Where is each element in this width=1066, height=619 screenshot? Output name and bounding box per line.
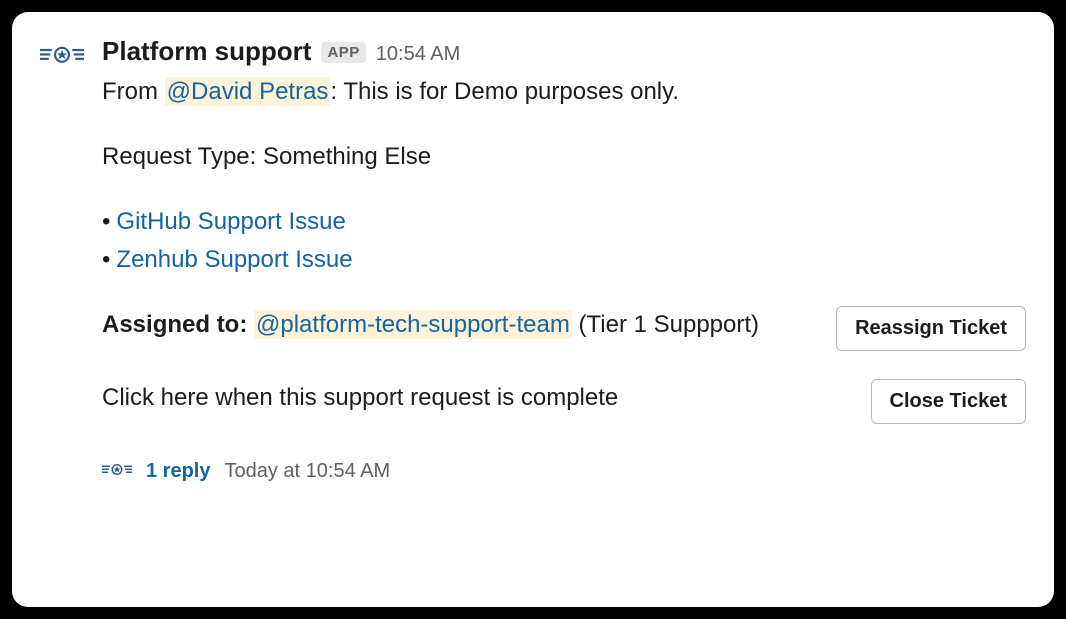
app-avatar xyxy=(40,42,84,72)
assigned-text: Assigned to: @platform-tech-support-team… xyxy=(102,306,812,343)
author-name: Platform support xyxy=(102,36,311,67)
thread-avatar xyxy=(102,461,132,481)
complete-prompt: Click here when this support request is … xyxy=(102,379,847,416)
from-suffix: : This is for Demo purposes only. xyxy=(330,78,679,105)
assigned-label: Assigned to: xyxy=(102,311,254,338)
from-mention[interactable]: @David Petras xyxy=(165,77,331,106)
list-item: •Zenhub Support Issue xyxy=(102,241,1026,278)
close-button[interactable]: Close Ticket xyxy=(871,379,1026,424)
wings-star-icon xyxy=(102,462,132,480)
from-line: From @David Petras: This is for Demo pur… xyxy=(102,73,1026,110)
slack-message-card: Platform support APP 10:54 AM From @Davi… xyxy=(12,12,1054,607)
reply-timestamp: Today at 10:54 AM xyxy=(224,460,390,483)
wings-star-icon xyxy=(40,42,84,72)
assigned-mention[interactable]: @platform-tech-support-team xyxy=(254,310,572,339)
reply-count[interactable]: 1 reply xyxy=(146,460,210,483)
message-timestamp: 10:54 AM xyxy=(376,43,461,66)
reassign-button[interactable]: Reassign Ticket xyxy=(836,306,1026,351)
list-item: •GitHub Support Issue xyxy=(102,203,1026,240)
github-link[interactable]: GitHub Support Issue xyxy=(116,208,345,235)
message-header: Platform support APP 10:54 AM xyxy=(102,36,1026,67)
app-badge: APP xyxy=(321,42,365,63)
from-prefix: From xyxy=(102,78,165,105)
avatar-column xyxy=(40,36,88,587)
complete-row: Click here when this support request is … xyxy=(102,379,1026,424)
request-type-line: Request Type: Something Else xyxy=(102,138,1026,175)
message-content: Platform support APP 10:54 AM From @Davi… xyxy=(102,36,1026,587)
bullet-icon: • xyxy=(102,246,110,273)
bullet-icon: • xyxy=(102,208,110,235)
assigned-row: Assigned to: @platform-tech-support-team… xyxy=(102,306,1026,351)
assigned-suffix: (Tier 1 Suppport) xyxy=(572,311,759,338)
thread-row[interactable]: 1 reply Today at 10:54 AM xyxy=(102,460,1026,483)
link-list: •GitHub Support Issue •Zenhub Support Is… xyxy=(102,203,1026,277)
zenhub-link[interactable]: Zenhub Support Issue xyxy=(116,246,352,273)
